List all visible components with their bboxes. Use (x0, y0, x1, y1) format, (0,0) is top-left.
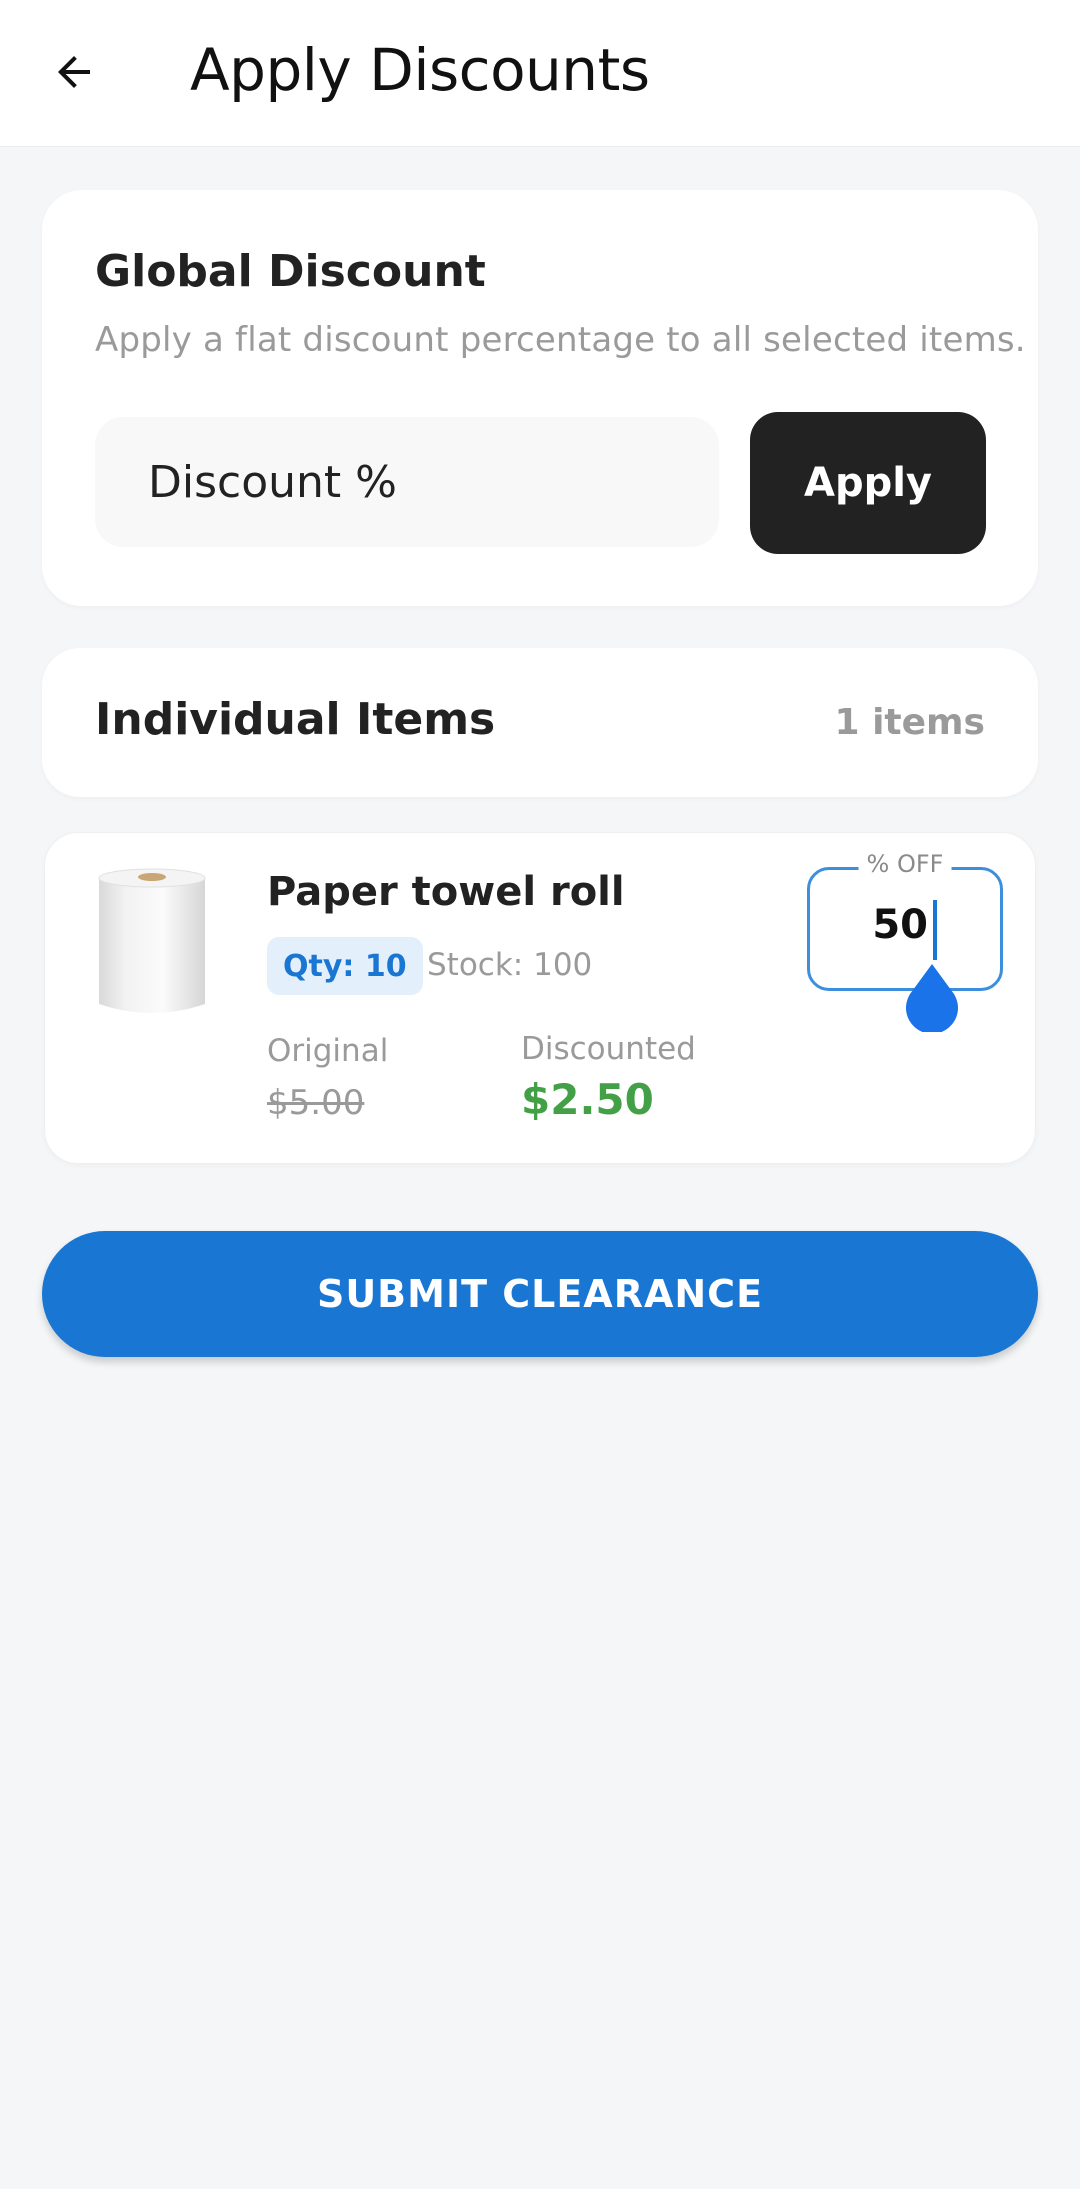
list-item: Paper towel roll Qty: 10 Stock: 100 Orig… (44, 832, 1036, 1164)
percent-off-value[interactable]: 50 (872, 902, 928, 948)
individual-items-header: Individual Items 1 items (42, 648, 1038, 797)
paper-towel-roll-image (98, 868, 206, 1013)
arrow-left-icon (58, 56, 90, 88)
quantity-badge: Qty: 10 (267, 937, 423, 995)
discounted-price-label: Discounted (521, 1031, 696, 1067)
global-discount-card: Global Discount Apply a flat discount pe… (42, 190, 1038, 606)
text-caret (933, 900, 937, 960)
percent-off-input[interactable]: % OFF 50 (807, 850, 1003, 1032)
stock-label: Stock: 100 (427, 947, 593, 983)
apply-button[interactable]: Apply (750, 412, 986, 554)
submit-clearance-button[interactable]: SUBMIT CLEARANCE (42, 1231, 1038, 1357)
app-bar: Apply Discounts (0, 0, 1080, 147)
discount-percent-input[interactable] (95, 417, 719, 547)
global-discount-title: Global Discount (95, 246, 486, 297)
items-count-label: 1 items (834, 702, 986, 743)
product-name: Paper towel roll (267, 869, 625, 915)
back-button[interactable] (44, 42, 104, 102)
original-price: $5.00 (267, 1083, 365, 1123)
global-discount-subtitle: Apply a flat discount percentage to all … (95, 320, 1026, 360)
text-cursor-handle-icon[interactable] (902, 962, 962, 1032)
discounted-price: $2.50 (521, 1075, 654, 1124)
original-price-label: Original (267, 1033, 389, 1069)
individual-items-title: Individual Items (95, 694, 496, 745)
page-title: Apply Discounts (190, 36, 650, 104)
percent-off-label: % OFF (858, 850, 952, 878)
